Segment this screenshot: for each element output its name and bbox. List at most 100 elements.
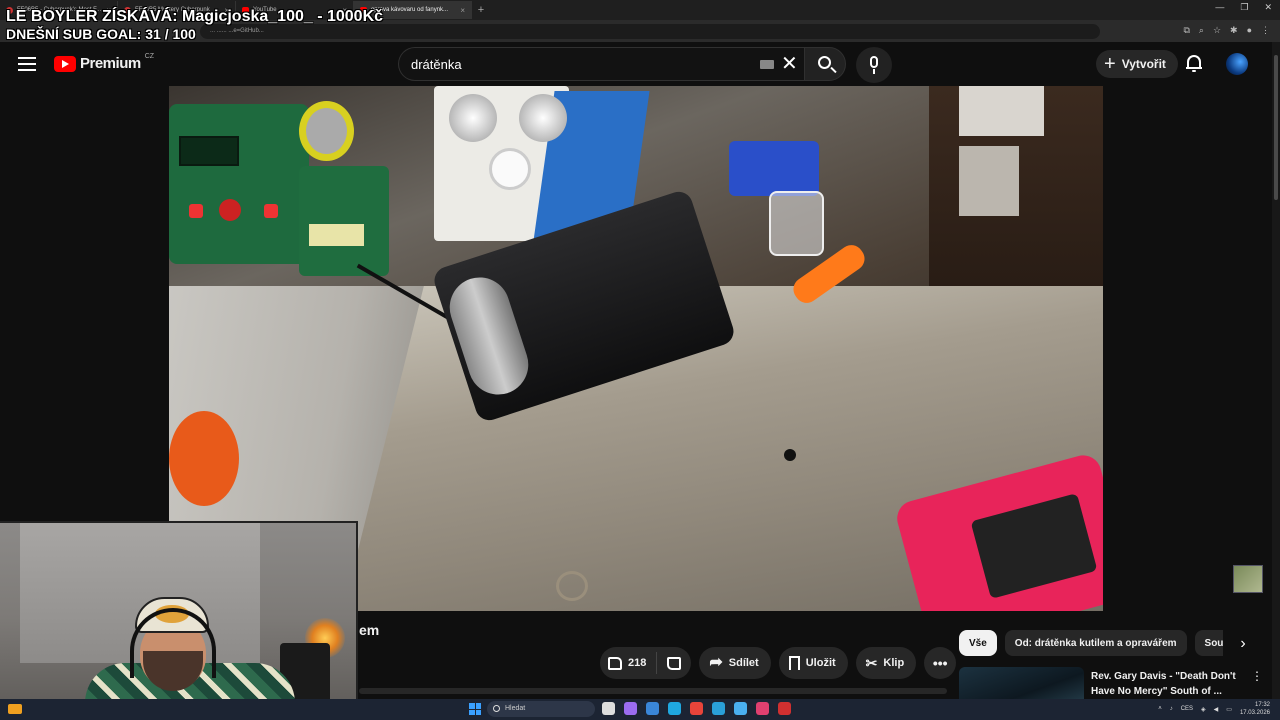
system-tray: ˄ ♪ CES ◈ ◀ ▭ 17:32 17.03.2026 [1158, 701, 1270, 717]
save-button[interactable]: Uložit [778, 647, 848, 679]
share-label: Sdílet [728, 657, 759, 669]
search-button[interactable] [804, 47, 846, 81]
search-icon [493, 705, 500, 712]
chip-all[interactable]: Vše [959, 630, 997, 656]
maximize-icon[interactable]: ❐ [1240, 2, 1248, 13]
weather-icon[interactable] [8, 704, 22, 714]
clock[interactable]: 17:32 17.03.2026 [1240, 701, 1270, 717]
clear-search-icon[interactable]: ✕ [781, 52, 798, 76]
taskbar-search[interactable]: Hledat [487, 701, 595, 717]
clip-button[interactable]: ✂ Klip [855, 647, 917, 679]
plus-icon: + [1104, 53, 1116, 75]
search-input[interactable] [411, 48, 741, 80]
profile-icon[interactable]: ● [1247, 25, 1252, 36]
create-label: Vytvořit [1121, 57, 1166, 71]
battery-icon[interactable]: ▭ [1226, 706, 1232, 713]
close-window-icon[interactable]: ✕ [1264, 2, 1272, 13]
logo-text: Premium [80, 55, 141, 72]
window-controls: — ❐ ✕ [1215, 2, 1272, 13]
thumbs-down-icon [667, 656, 682, 670]
glass-jar [769, 191, 824, 256]
channel-watermark[interactable] [1233, 565, 1263, 593]
orange-tape [169, 411, 239, 506]
chip-from-channel[interactable]: Od: drátěnka kutilem a opravářem [1004, 630, 1187, 656]
video-title: em [359, 622, 380, 638]
windows-taskbar: Hledat ˄ ♪ CES ◈ ◀ ▭ 17:32 17.03.2026 [0, 699, 1280, 720]
donation-alert-text: LE BOYLER ZÍSKÁVÁ: Magicjoska_100_ - 100… [6, 8, 384, 25]
solder-spool [299, 101, 354, 161]
recommendation-filter-chips: Vše Od: drátěnka kutilem a opravářem Sou… [959, 630, 1223, 656]
language-indicator[interactable]: CES [1181, 706, 1193, 712]
grinder-knob [489, 148, 531, 190]
clip-label: Klip [883, 657, 905, 669]
copilot-icon[interactable] [624, 702, 637, 715]
store-icon[interactable] [646, 702, 659, 715]
new-tab-button[interactable]: + [472, 4, 490, 16]
scissors-icon: ✂ [865, 655, 878, 671]
sponge [309, 224, 364, 246]
voice-search-button[interactable] [856, 47, 892, 83]
volume-icon[interactable]: ♪ [1170, 706, 1173, 712]
youtube-premium-logo[interactable]: Premium CZ [54, 53, 155, 72]
search-box: ✕ [398, 47, 804, 81]
zoom-icon[interactable]: ⌕ [1199, 25, 1204, 36]
youtube-header: Premium CZ ✕ + Vytvořit [0, 42, 1280, 86]
app-icon[interactable] [778, 702, 791, 715]
create-button[interactable]: + Vytvořit [1096, 50, 1178, 78]
dislike-button[interactable] [657, 656, 691, 670]
youtube-play-icon [54, 55, 76, 72]
account-avatar[interactable] [1226, 53, 1248, 75]
edge-icon[interactable] [668, 702, 681, 715]
sub-goal-text: DNEŠNÍ SUB GOAL: 31 / 100 [6, 26, 196, 42]
install-icon[interactable]: ⧉ [1183, 25, 1189, 36]
save-label: Uložit [805, 657, 836, 669]
start-menu-icon[interactable] [469, 703, 481, 715]
country-code: CZ [144, 53, 155, 60]
telegram-icon[interactable] [712, 702, 725, 715]
iron-holder [299, 166, 389, 276]
share-button[interactable]: ➦ Sdílet [699, 647, 771, 679]
minimize-icon[interactable]: — [1215, 2, 1224, 13]
speaker-icon[interactable]: ◀ [1214, 706, 1219, 713]
lamp-bulb [449, 94, 497, 142]
chip-related[interactable]: Souvi [1194, 630, 1223, 656]
clock-date: 17.03.2026 [1239, 710, 1270, 716]
more-vert-icon[interactable]: ⋮ [1251, 669, 1263, 683]
chevron-right-icon[interactable]: › [1232, 632, 1254, 656]
lamp-bulb [519, 94, 567, 142]
notifications-bell-icon[interactable] [1186, 54, 1202, 72]
bookmark-icon [788, 656, 800, 670]
like-button[interactable]: 218 [608, 652, 658, 674]
search-icon [818, 56, 831, 69]
chrome-icon[interactable] [690, 702, 703, 715]
chevron-up-icon[interactable]: ˄ [1158, 706, 1162, 712]
shelf-box [959, 146, 1019, 216]
recommended-title[interactable]: Rev. Gary Davis - "Death Don't Have No M… [1091, 669, 1251, 699]
app-icon[interactable] [756, 702, 769, 715]
share-icon: ➦ [709, 654, 723, 671]
app-icon[interactable] [734, 702, 747, 715]
soldering-station [169, 104, 309, 264]
star-icon[interactable]: ☆ [1213, 25, 1221, 36]
scrollbar-thumb[interactable] [1274, 55, 1278, 200]
microphone-icon [870, 56, 878, 68]
close-tab-icon[interactable]: × [460, 6, 465, 15]
description-box[interactable] [359, 688, 947, 694]
like-dislike-group: 218 [600, 647, 692, 679]
network-icon[interactable]: ◈ [1201, 706, 1206, 713]
shelf-box [959, 86, 1044, 136]
stream-overlay: LE BOYLER ZÍSKÁVÁ: Magicjoska_100_ - 100… [6, 8, 383, 42]
more-actions-button[interactable]: ••• [924, 647, 957, 679]
task-view-icon[interactable] [602, 702, 615, 715]
keyboard-icon[interactable] [760, 60, 774, 69]
extensions-icon[interactable]: ✱ [1230, 25, 1238, 36]
taskbar-search-placeholder: Hledat [505, 705, 526, 712]
metal-ring [556, 571, 588, 601]
clock-time: 17:32 [1254, 702, 1270, 708]
menu-icon[interactable]: ⋮ [1261, 25, 1270, 36]
video-actions: 218 ➦ Sdílet Uložit ✂ Klip ••• [600, 647, 957, 679]
thumbs-up-icon [608, 656, 622, 670]
menu-hamburger-icon[interactable] [18, 57, 36, 71]
browser-toolbar-icons: ⧉ ⌕ ☆ ✱ ● ⋮ [1183, 25, 1270, 36]
screw [784, 449, 796, 461]
